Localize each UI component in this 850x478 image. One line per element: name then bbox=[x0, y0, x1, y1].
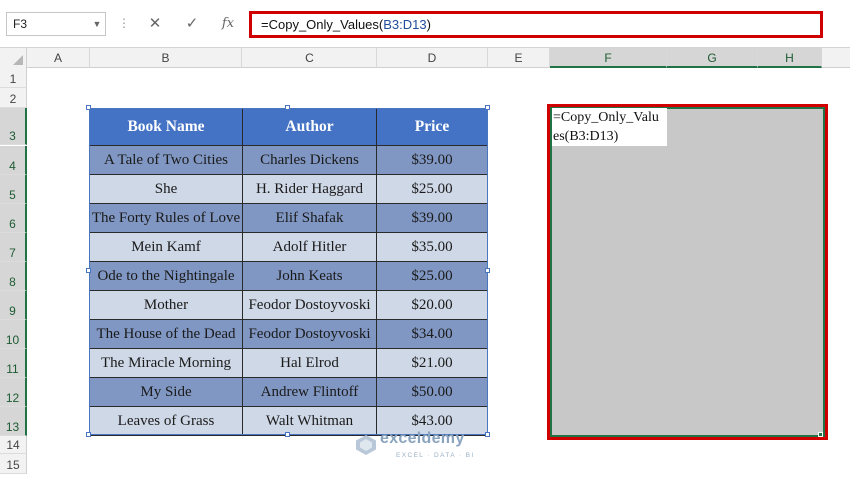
resize-handle[interactable] bbox=[86, 268, 91, 273]
resize-handle[interactable] bbox=[285, 105, 290, 110]
column-header-f[interactable]: F bbox=[550, 48, 667, 68]
watermark-name: exceldemy bbox=[380, 430, 465, 447]
resize-handle[interactable] bbox=[485, 432, 490, 437]
column-header-a[interactable]: A bbox=[27, 48, 90, 68]
column-header-d[interactable]: D bbox=[377, 48, 488, 68]
resize-handle[interactable] bbox=[86, 432, 91, 437]
fill-handle[interactable] bbox=[818, 432, 823, 437]
row-header-15[interactable]: 15 bbox=[0, 454, 27, 474]
row-header-5[interactable]: 5 bbox=[0, 175, 27, 204]
column-header-g[interactable]: G bbox=[667, 48, 758, 68]
resize-handle[interactable] bbox=[485, 268, 490, 273]
column-header-h[interactable]: H bbox=[758, 48, 822, 68]
cancel-x-icon[interactable]: ✕ bbox=[141, 12, 169, 36]
exceldemy-logo-icon bbox=[356, 435, 376, 455]
row-header-8[interactable]: 8 bbox=[0, 262, 27, 291]
cell-formula-line2: es(B3:D13) bbox=[553, 129, 619, 144]
insert-function-icon[interactable]: fx bbox=[214, 12, 242, 36]
row-header-10[interactable]: 10 bbox=[0, 320, 27, 349]
formula-text-suffix: ) bbox=[426, 17, 431, 32]
table-selection-frame bbox=[89, 108, 488, 435]
row-header-9[interactable]: 9 bbox=[0, 291, 27, 320]
row-header-2[interactable]: 2 bbox=[0, 88, 27, 108]
row-header-14[interactable]: 14 bbox=[0, 436, 27, 454]
cell-formula-line1: =Copy_Only_Valu bbox=[553, 110, 659, 125]
resize-handle[interactable] bbox=[86, 105, 91, 110]
column-header-c[interactable]: C bbox=[243, 48, 377, 68]
enter-check-icon[interactable]: ✓ bbox=[178, 12, 206, 36]
row-header-12[interactable]: 12 bbox=[0, 378, 27, 407]
row-header-1[interactable]: 1 bbox=[0, 68, 27, 88]
column-header-e[interactable]: E bbox=[488, 48, 550, 68]
row-header-6[interactable]: 6 bbox=[0, 204, 27, 233]
row-header-4[interactable]: 4 bbox=[0, 146, 27, 175]
chevron-down-icon[interactable]: ▼ bbox=[90, 12, 104, 36]
row-header-13[interactable]: 13 bbox=[0, 407, 27, 436]
column-header-b[interactable]: B bbox=[90, 48, 242, 68]
active-cell-border bbox=[550, 107, 825, 437]
active-cell-f3[interactable]: =Copy_Only_Valu es(B3:D13) bbox=[552, 108, 667, 146]
more-options-icon[interactable]: ⋮ bbox=[118, 12, 130, 36]
watermark-tagline: EXCEL · DATA · BI bbox=[396, 452, 475, 459]
formula-text-prefix: =Copy_Only_Values( bbox=[261, 17, 384, 32]
formula-input[interactable]: =Copy_Only_Values(B3:D13) bbox=[249, 11, 823, 38]
row-header-7[interactable]: 7 bbox=[0, 233, 27, 262]
formula-range-ref: B3:D13 bbox=[383, 17, 427, 32]
row-header-3[interactable]: 3 bbox=[0, 108, 27, 145]
resize-handle[interactable] bbox=[485, 105, 490, 110]
row-header-11[interactable]: 11 bbox=[0, 349, 27, 378]
resize-handle[interactable] bbox=[285, 432, 290, 437]
select-all-triangle-icon bbox=[13, 55, 23, 65]
